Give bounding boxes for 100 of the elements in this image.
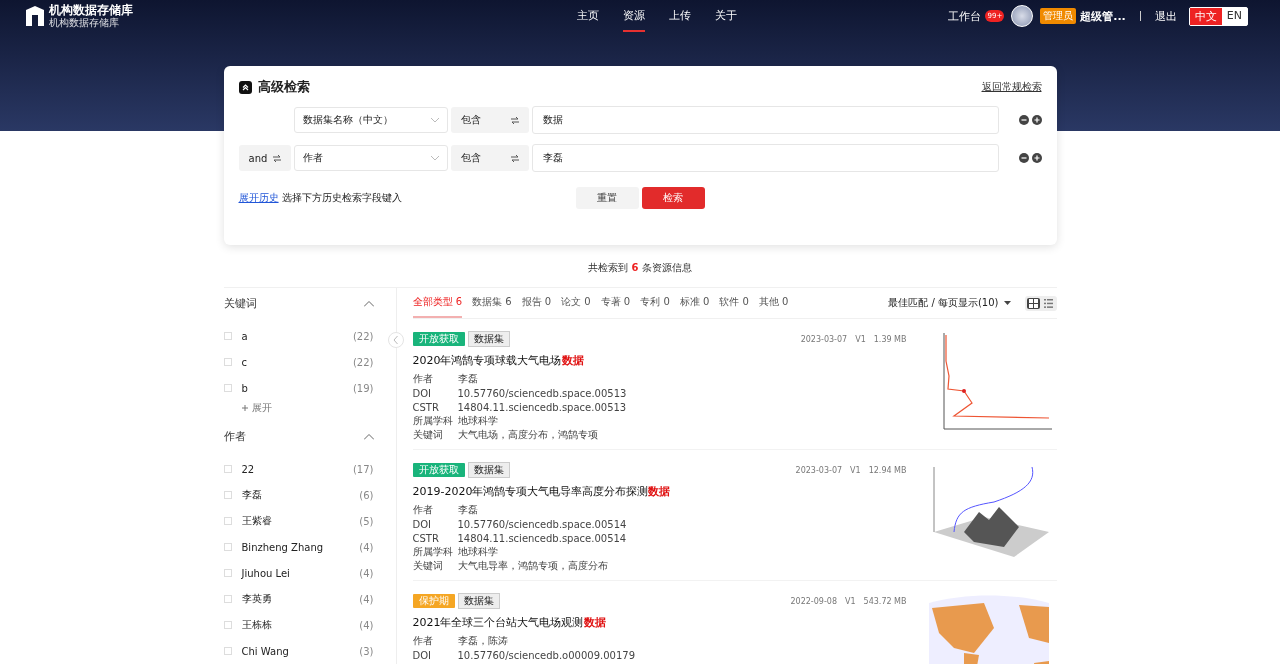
sort-select[interactable]: 最佳匹配 / 每页显示(10) [888, 296, 999, 310]
facet-label[interactable]: 李磊 [241, 488, 360, 502]
history-link[interactable]: 展开历史 [238, 191, 279, 205]
checkbox[interactable] [223, 384, 232, 392]
logic-select[interactable]: and [238, 145, 291, 171]
facet-count: (6) [359, 489, 374, 501]
type-tab[interactable]: 专著 0 [600, 288, 631, 318]
result-title[interactable]: 2020年鸿鹄专项球载大气电场数据 [412, 353, 907, 368]
version-text: V1 [845, 596, 856, 606]
checkbox[interactable] [223, 491, 232, 499]
field-label: 关键词 [412, 559, 444, 573]
list-view-icon[interactable] [1041, 297, 1055, 309]
type-tab[interactable]: 标准 0 [679, 288, 710, 318]
sidebar-toggle[interactable] [387, 332, 404, 348]
field-value: 10.57760/sciencedb.space.00514 [457, 518, 627, 530]
language-option[interactable]: EN [1221, 7, 1247, 25]
date-text: 2023-03-07 [795, 465, 843, 475]
checkbox[interactable] [223, 647, 232, 655]
nav-link[interactable]: 主页 [577, 0, 600, 32]
result-summary: 共检索到 6 条资源信息 [587, 261, 693, 275]
version-text: V1 [855, 334, 866, 344]
type-badge: 数据集 [467, 331, 510, 347]
checkbox[interactable] [223, 465, 232, 473]
field-label: DOI [412, 518, 433, 530]
facet-label[interactable]: 李英勇 [241, 592, 360, 606]
facet-label[interactable]: Jiuhou Lei [241, 567, 360, 579]
grid-view-icon[interactable] [1026, 297, 1040, 309]
value-field[interactable]: 李磊 [531, 144, 999, 172]
access-badge: 保护期 [412, 594, 455, 608]
remove-icon[interactable] [1018, 153, 1029, 163]
nav-link[interactable]: 资源 [623, 0, 646, 32]
field-value: 地球科学 [457, 414, 498, 428]
checkbox[interactable] [223, 517, 232, 525]
field-select[interactable]: 作者 [293, 145, 448, 171]
field-value: 地球科学 [457, 545, 498, 559]
remove-icon[interactable] [1018, 115, 1029, 125]
size-text: 12.94 MB [868, 465, 907, 475]
type-badge: 数据集 [467, 462, 510, 478]
checkbox[interactable] [223, 621, 232, 629]
result-title[interactable]: 2021年全球三个台站大气电场观测数据 [412, 615, 907, 630]
logo-title: 机构数据存储库 [49, 4, 133, 17]
plus-icon [241, 405, 248, 411]
field-select[interactable]: 数据集名称（中文） [293, 107, 448, 133]
field-label: DOI [412, 387, 433, 399]
field-value: 大气电场，高度分布，鸿鹄专项 [457, 428, 598, 442]
nav-link[interactable]: 关于 [715, 0, 738, 32]
operator-select[interactable]: 包含 [450, 107, 529, 133]
facet-label[interactable]: 王栋栋 [241, 618, 360, 632]
logout-link[interactable]: 退出 [1154, 8, 1177, 24]
facet-label[interactable]: 22 [241, 463, 353, 475]
field-label: 所属学科 [412, 545, 454, 559]
type-tab[interactable]: 专利 0 [640, 288, 670, 318]
result-title[interactable]: 2019-2020年鸿鹄专项大气电导率高度分布探测数据 [412, 484, 907, 499]
type-tab[interactable]: 报告 0 [521, 288, 552, 318]
value-field[interactable]: 数据 [531, 106, 999, 134]
facet-label[interactable]: a [241, 330, 353, 342]
caret-icon[interactable] [1003, 301, 1011, 305]
type-tab[interactable]: 数据集 6 [472, 288, 512, 318]
checkbox[interactable] [223, 543, 232, 551]
user-name[interactable]: 超级管... [1080, 8, 1126, 24]
checkbox[interactable] [223, 595, 232, 603]
facet-label[interactable]: Chi Wang [241, 645, 360, 657]
facet-count: (22) [352, 330, 374, 342]
facet-count: (3) [359, 645, 374, 657]
facet-label[interactable]: c [241, 356, 353, 368]
field-value: 10.57760/sciencedb.o00009.00179 [457, 649, 635, 661]
type-tab[interactable]: 论文 0 [561, 288, 591, 318]
checkbox[interactable] [223, 358, 232, 366]
expand-link[interactable]: 展开 [251, 401, 272, 415]
type-badge: 数据集 [457, 593, 500, 609]
add-icon[interactable] [1031, 153, 1042, 163]
collapse-icon[interactable] [238, 80, 252, 94]
field-value: 李磊，陈涛 [457, 634, 508, 648]
language-option[interactable]: 中文 [1189, 7, 1222, 25]
workbench-link[interactable]: 工作台 [948, 8, 982, 24]
reset-button[interactable]: 重置 [575, 187, 639, 209]
field-value: 大气电导率，鸿鹄专项，高度分布 [457, 559, 608, 573]
avatar[interactable] [1011, 5, 1034, 27]
checkbox[interactable] [223, 332, 232, 340]
field-value: 李磊 [457, 503, 478, 517]
operator-select[interactable]: 包含 [450, 145, 529, 171]
checkbox[interactable] [223, 569, 232, 577]
access-badge: 开放获取 [412, 463, 465, 477]
facet-label[interactable]: 王紫睿 [241, 514, 360, 528]
facet-count: (4) [359, 619, 374, 631]
type-tab[interactable]: 其他 0 [758, 288, 789, 318]
facet-label[interactable]: Binzheng Zhang [241, 541, 360, 553]
type-tab[interactable]: 全部类型 6 [412, 288, 463, 318]
nav-link[interactable]: 上传 [669, 0, 692, 32]
type-tab[interactable]: 软件 0 [719, 288, 749, 318]
add-icon[interactable] [1031, 115, 1042, 125]
facet-label[interactable]: b [241, 382, 353, 394]
role-badge: 管理员 [1040, 8, 1077, 24]
field-label: 所属学科 [412, 414, 454, 428]
facet-count: (19) [352, 382, 374, 394]
field-value: 10.57760/sciencedb.space.00513 [457, 387, 627, 399]
facet-count: (4) [359, 593, 374, 605]
back-link[interactable]: 返回常规检索 [981, 80, 1042, 94]
search-button[interactable]: 检索 [641, 187, 705, 209]
field-label: 作者 [412, 372, 434, 386]
